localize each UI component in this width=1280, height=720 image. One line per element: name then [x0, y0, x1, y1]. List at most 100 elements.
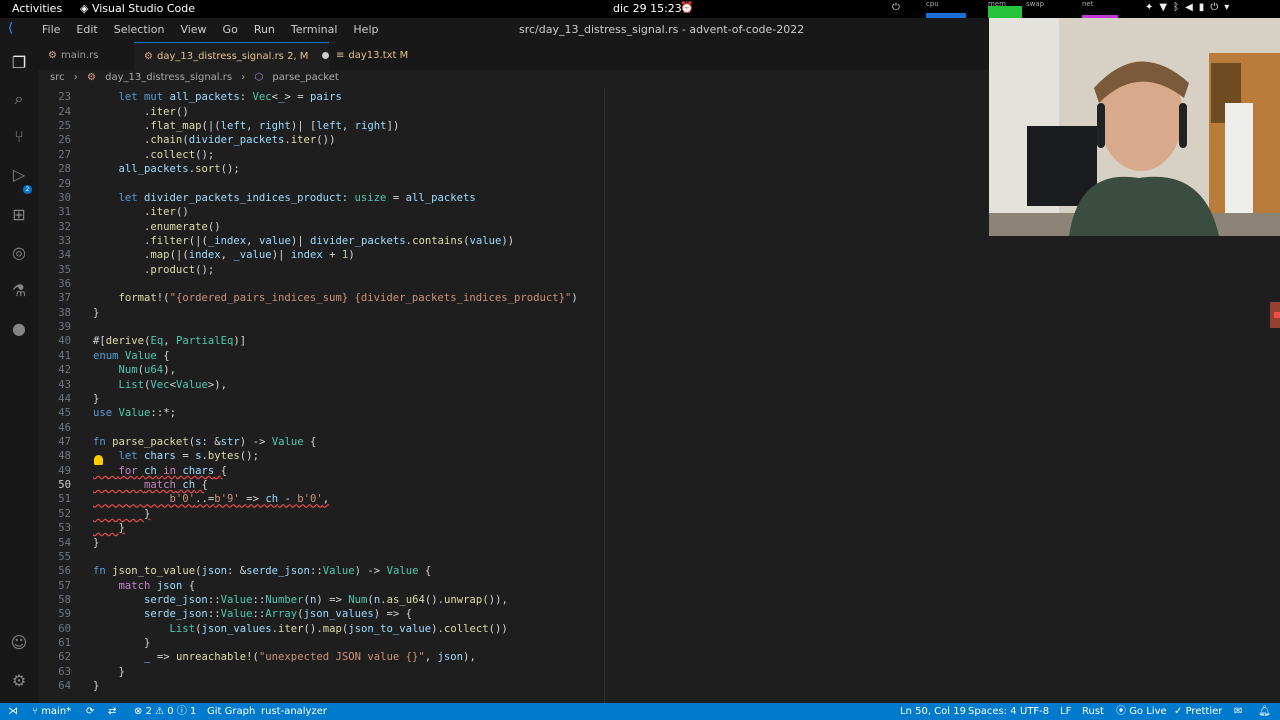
remote-icon[interactable]: ⋊ [8, 703, 18, 720]
notifications-bell-icon[interactable]: 🔔︎ [1258, 703, 1271, 720]
menu-help[interactable]: Help [345, 23, 386, 36]
line-number[interactable]: 54 [38, 536, 71, 550]
wifi-icon[interactable]: ▼ [1159, 2, 1173, 13]
bluetooth-icon[interactable]: ᛒ [1173, 2, 1185, 13]
line-number[interactable]: 57 [38, 579, 71, 593]
indentation[interactable]: Spaces: 4 [968, 703, 1017, 720]
run-debug-icon[interactable]: ▷ [8, 164, 30, 186]
ruler-line [604, 88, 605, 703]
breadcrumb-symbol[interactable]: parse_packet [272, 72, 338, 83]
line-number[interactable]: 63 [38, 665, 71, 679]
line-number[interactable]: 34 [38, 248, 71, 262]
manage-gear-icon[interactable]: ⚙ [8, 670, 30, 692]
line-number[interactable]: 64 [38, 679, 71, 693]
menu-selection[interactable]: Selection [106, 23, 173, 36]
line-number[interactable]: 50 [38, 478, 71, 492]
line-number[interactable]: 32 [38, 220, 71, 234]
power-menu-icon[interactable]: ⏻ [1210, 2, 1224, 13]
line-number[interactable]: 28 [38, 162, 71, 176]
line-number[interactable]: 46 [38, 421, 71, 435]
line-number[interactable]: 59 [38, 607, 71, 621]
line-number[interactable]: 37 [38, 291, 71, 305]
line-number[interactable]: 25 [38, 119, 71, 133]
menu-file[interactable]: File [34, 23, 68, 36]
cursor-position[interactable]: Ln 50, Col 19 [900, 703, 966, 720]
encoding[interactable]: UTF-8 [1020, 703, 1049, 720]
scrollbar-error-marker[interactable] [1274, 312, 1280, 318]
line-number[interactable]: 62 [38, 650, 71, 664]
system-menu-icon[interactable]: ▾ [1224, 2, 1235, 13]
line-number[interactable]: 47 [38, 435, 71, 449]
line-number[interactable]: 35 [38, 263, 71, 277]
breadcrumb-folder[interactable]: src [50, 72, 65, 83]
testing-icon[interactable]: ⚗ [8, 280, 30, 302]
lightbulb-icon[interactable] [94, 455, 103, 465]
feedback-icon[interactable]: ✉ [1234, 703, 1242, 720]
accessibility-icon[interactable]: ✦ [1145, 2, 1159, 13]
menu-terminal[interactable]: Terminal [283, 23, 346, 36]
search-icon[interactable]: ⌕ [8, 88, 30, 110]
notification-bell-icon[interactable]: ⏰ [680, 1, 694, 14]
line-number[interactable]: 39 [38, 320, 71, 334]
line-number[interactable]: 51 [38, 492, 71, 506]
line-number[interactable]: 31 [38, 205, 71, 219]
volume-icon[interactable]: ◀ [1185, 2, 1199, 13]
line-number[interactable]: 58 [38, 593, 71, 607]
end-of-line[interactable]: LF [1060, 703, 1071, 720]
line-number[interactable]: 38 [38, 306, 71, 320]
line-number[interactable]: 48 [38, 449, 71, 463]
line-number[interactable]: 52 [38, 507, 71, 521]
tab-label: day13.txt [348, 50, 397, 61]
activities-button[interactable]: Activities [12, 2, 62, 15]
cpu-monitor: cpu [926, 0, 974, 18]
line-number[interactable]: 29 [38, 177, 71, 191]
line-number[interactable]: 36 [38, 277, 71, 291]
line-number[interactable]: 33 [38, 234, 71, 248]
system-tray[interactable]: ✦▼ᛒ◀▮⏻▾ [1145, 2, 1235, 13]
breadcrumb-file[interactable]: day_13_distress_signal.rs [105, 72, 232, 83]
remote-explorer-icon[interactable]: ◎ [8, 242, 30, 264]
line-number[interactable]: 43 [38, 378, 71, 392]
line-number[interactable]: 45 [38, 406, 71, 420]
line-number[interactable]: 53 [38, 521, 71, 535]
problems-indicator[interactable]: ⊗ 2 ⚠ 0 ⓘ 1 [134, 703, 196, 720]
menu-run[interactable]: Run [246, 23, 283, 36]
branch-indicator[interactable]: ⑂ main* [32, 703, 71, 720]
git-compare-icon[interactable]: ⇄ [108, 703, 116, 720]
line-number[interactable]: 55 [38, 550, 71, 564]
rust-analyzer-status[interactable]: rust-analyzer [261, 703, 327, 720]
line-number[interactable]: 61 [38, 636, 71, 650]
go-live-button[interactable]: ⦿ Go Live [1116, 703, 1167, 720]
line-number[interactable]: 30 [38, 191, 71, 205]
extensions-icon[interactable]: ⊞ [8, 204, 30, 226]
code-text: .chain(divider_packets.iter()) [144, 134, 336, 147]
git-graph-button[interactable]: Git Graph [207, 703, 255, 720]
language-mode[interactable]: Rust [1082, 703, 1104, 720]
prettier-button[interactable]: ✓ Prettier [1174, 703, 1222, 720]
line-number[interactable]: 24 [38, 105, 71, 119]
tab-main-rs[interactable]: ⚙ main.rs [38, 42, 144, 70]
line-number[interactable]: 40 [38, 334, 71, 348]
line-number[interactable]: 27 [38, 148, 71, 162]
sync-icon[interactable]: ⟳ [86, 703, 94, 720]
menu-view[interactable]: View [172, 23, 214, 36]
line-number[interactable]: 26 [38, 133, 71, 147]
menu-go[interactable]: Go [215, 23, 246, 36]
battery-icon[interactable]: ▮ [1199, 2, 1211, 13]
github-icon[interactable]: ● [8, 318, 30, 340]
files-icon[interactable]: ❐ [8, 52, 30, 74]
line-number[interactable]: 44 [38, 392, 71, 406]
app-menu[interactable]: ◈ Visual Studio Code [80, 2, 195, 15]
line-number[interactable]: 49 [38, 464, 71, 478]
tab-day-13-distress-signal[interactable]: ⚙ day_13_distress_signal.rs 2, M [134, 42, 329, 71]
line-number[interactable]: 41 [38, 349, 71, 363]
line-number[interactable]: 56 [38, 564, 71, 578]
clock[interactable]: dic 29 15:23 [613, 2, 682, 15]
line-number[interactable]: 42 [38, 363, 71, 377]
line-number[interactable]: 60 [38, 622, 71, 636]
account-icon[interactable]: ☺ [8, 632, 30, 654]
menu-edit[interactable]: Edit [68, 23, 105, 36]
tab-day13-txt[interactable]: ≡ day13.txt M [326, 42, 426, 70]
line-number[interactable]: 23 [38, 90, 71, 104]
source-control-icon[interactable]: ⑂ [8, 126, 30, 148]
